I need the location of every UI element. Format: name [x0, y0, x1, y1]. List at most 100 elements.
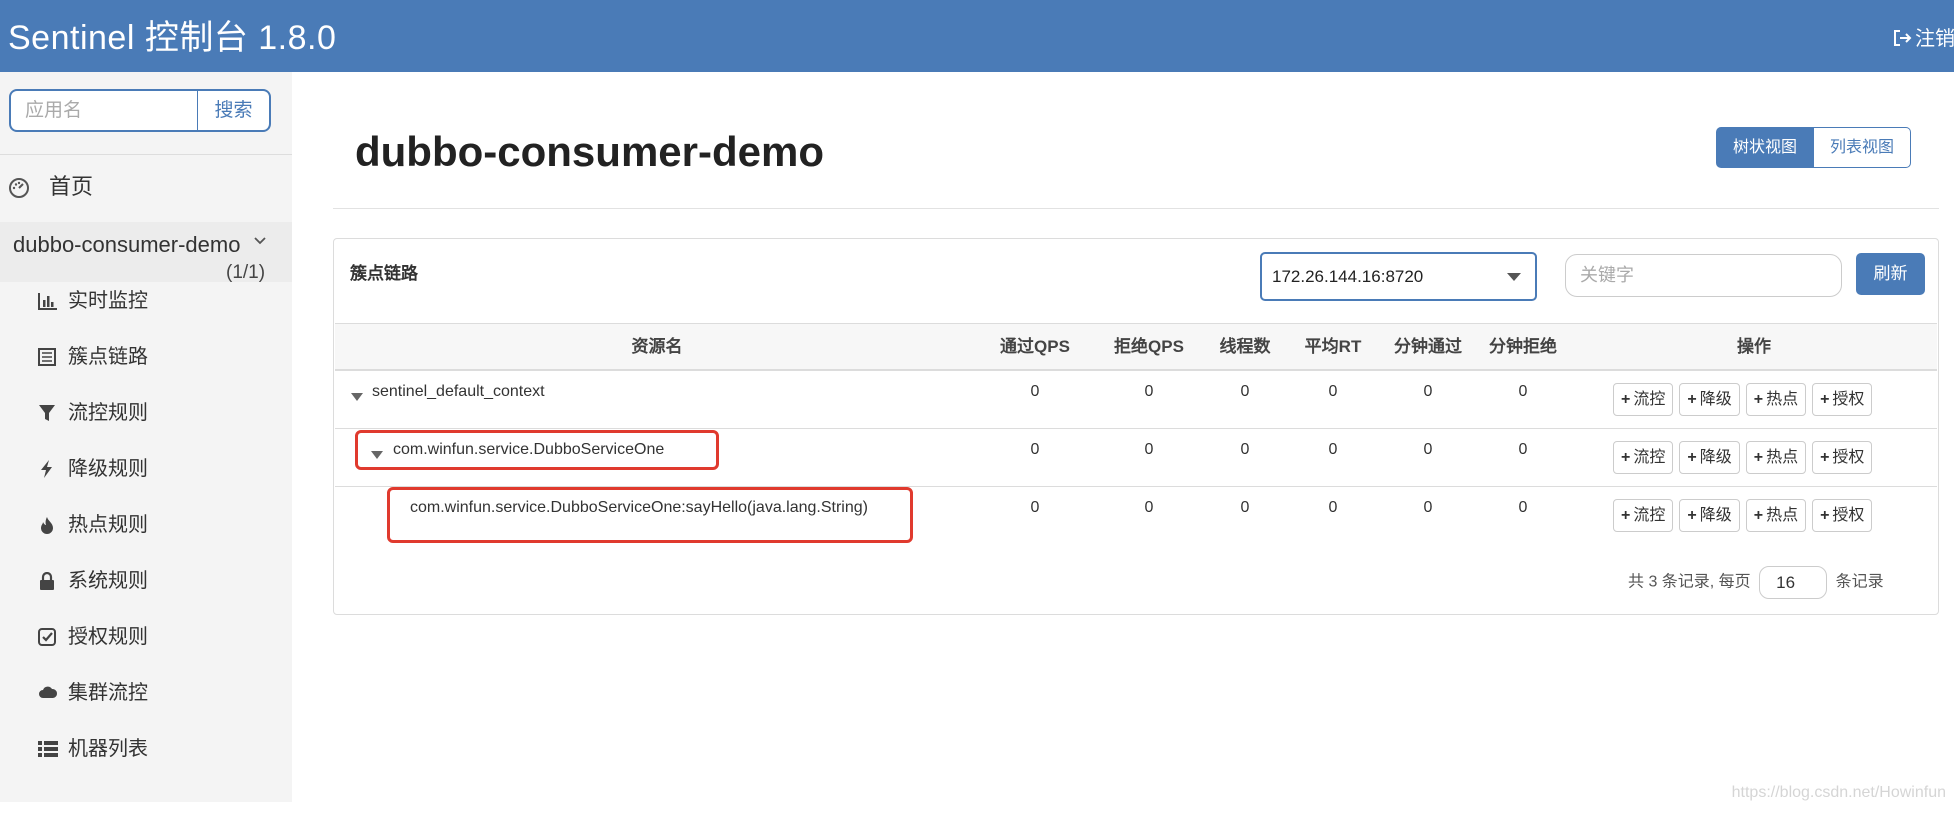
sidebar-item-cluster-flow[interactable]: 集群流控	[0, 670, 292, 716]
cell-pass-qps: 0	[1030, 441, 1040, 458]
app-name: dubbo-consumer-demo	[13, 232, 241, 257]
plus-icon: +	[1753, 449, 1764, 466]
sidebar-divider	[0, 154, 292, 155]
flow-rule-button[interactable]: + 流控	[1613, 441, 1674, 474]
action-label: 授权	[1832, 507, 1865, 524]
action-label: 授权	[1832, 391, 1865, 408]
cell-block-qps: 0	[1144, 383, 1154, 400]
authority-rule-button[interactable]: + 授权	[1812, 499, 1873, 532]
plus-icon: +	[1687, 449, 1697, 466]
plus-icon: +	[1820, 449, 1830, 466]
sidebar-item-system-rules[interactable]: 系统规则	[0, 558, 292, 604]
table-header: 资源名 通过QPS 拒绝QPS 线程数 平均RT 分钟通过 分钟拒绝 操作	[335, 323, 1937, 371]
cell-minute-pass: 0	[1423, 383, 1433, 400]
row-actions: + 流控 + 降级 + 热点 + 授权	[1613, 383, 1873, 416]
page-title: dubbo-consumer-demo	[355, 128, 824, 175]
column-header-minute-block: 分钟拒绝	[1489, 337, 1557, 356]
sidebar-item-machine-list[interactable]: 机器列表	[0, 726, 292, 772]
cell-pass-qps: 0	[1030, 383, 1040, 400]
list-view-button[interactable]: 列表视图	[1814, 127, 1912, 168]
sidebar-item-realtime-monitor[interactable]: 实时监控	[0, 278, 292, 324]
sidebar: 应用名 搜索 首页 dubbo-consumer-demo (1/1) 实时监控…	[0, 72, 292, 802]
machine-select[interactable]: 172.26.144.16:8720	[1260, 252, 1537, 301]
refresh-button[interactable]: 刷新	[1856, 253, 1925, 295]
title-divider	[333, 208, 1939, 209]
authority-rule-button[interactable]: + 授权	[1812, 441, 1873, 474]
authority-rule-button[interactable]: + 授权	[1812, 383, 1873, 416]
cell-minute-block: 0	[1518, 383, 1528, 400]
plus-icon: +	[1753, 391, 1764, 408]
keyword-input[interactable]: 关键字	[1565, 254, 1842, 297]
sidebar-item-authority-rules[interactable]: 授权规则	[0, 614, 292, 660]
lock-icon	[40, 572, 54, 590]
sidebar-item-hotspot-rules[interactable]: 热点规则	[0, 502, 292, 548]
logout-link[interactable]: 注销	[1892, 22, 1954, 51]
column-header-actions: 操作	[1737, 337, 1771, 356]
top-navbar: Sentinel 控制台 1.8.0 注销	[0, 0, 1954, 72]
action-label: 热点	[1766, 507, 1799, 524]
search-button[interactable]: 搜索	[197, 89, 271, 132]
app-brand-title[interactable]: Sentinel 控制台 1.8.0	[8, 10, 336, 59]
app-search-input[interactable]: 应用名	[9, 89, 198, 132]
action-label: 降级	[1699, 391, 1732, 408]
plus-icon: +	[1687, 507, 1697, 524]
action-label: 热点	[1766, 391, 1799, 408]
column-header-block-qps: 拒绝QPS	[1114, 337, 1184, 356]
pager-prefix: 共 3 条记录, 每页	[1628, 573, 1751, 591]
annotation-highlight-method	[387, 487, 913, 543]
cell-minute-block: 0	[1518, 441, 1528, 458]
column-header-minute-pass: 分钟通过	[1394, 337, 1462, 356]
sidebar-item-degrade-rules[interactable]: 降级规则	[0, 446, 292, 492]
action-label: 热点	[1766, 449, 1799, 466]
menu-label: 簇点链路	[68, 346, 148, 368]
hotspot-rule-button[interactable]: + 热点	[1745, 441, 1807, 474]
plus-icon: +	[1753, 507, 1764, 524]
plus-icon: +	[1687, 391, 1697, 408]
chevron-down-icon	[254, 237, 266, 245]
flow-rule-button[interactable]: + 流控	[1613, 499, 1674, 532]
pagination: 共 3 条记录, 每页 16 条记录	[1628, 566, 1884, 599]
tree-view-button[interactable]: 树状视图	[1716, 127, 1815, 168]
action-label: 降级	[1699, 449, 1732, 466]
menu-label: 热点规则	[68, 514, 148, 536]
column-header-resource: 资源名	[631, 337, 683, 356]
cluster-chain-panel: 簇点链路 172.26.144.16:8720 关键字 刷新 资源名 通过QPS…	[333, 238, 1939, 615]
cell-threads: 0	[1240, 383, 1250, 400]
caret-down-icon	[1507, 273, 1521, 281]
panel-heading: 簇点链路	[350, 264, 418, 283]
column-header-avg-rt: 平均RT	[1304, 337, 1362, 356]
degrade-rule-button[interactable]: + 降级	[1679, 383, 1740, 416]
hotspot-rule-button[interactable]: + 热点	[1745, 383, 1807, 416]
machine-select-value: 172.26.144.16:8720	[1272, 267, 1424, 286]
page-size-input[interactable]: 16	[1759, 566, 1828, 599]
degrade-rule-button[interactable]: + 降级	[1679, 499, 1740, 532]
cell-avg-rt: 0	[1328, 383, 1338, 400]
th-list-icon	[38, 741, 58, 757]
degrade-rule-button[interactable]: + 降级	[1679, 441, 1740, 474]
cell-minute-pass: 0	[1423, 441, 1433, 458]
sidebar-item-cluster-chain[interactable]: 簇点链路	[0, 334, 292, 380]
caret-down-icon[interactable]	[351, 393, 363, 401]
pager-suffix: 条记录	[1835, 573, 1884, 591]
action-label: 降级	[1699, 507, 1732, 524]
cell-avg-rt: 0	[1328, 441, 1338, 458]
flow-rule-button[interactable]: + 流控	[1613, 383, 1674, 416]
plus-icon: +	[1621, 449, 1631, 466]
hotspot-rule-button[interactable]: + 热点	[1745, 499, 1807, 532]
annotation-highlight-service	[355, 430, 719, 470]
menu-label: 机器列表	[68, 738, 148, 760]
resource-name: sentinel_default_context	[372, 383, 545, 400]
column-header-threads: 线程数	[1219, 337, 1271, 356]
plus-icon: +	[1820, 391, 1830, 408]
cloud-icon	[39, 686, 58, 698]
sidebar-item-home[interactable]: 首页	[8, 167, 288, 207]
plus-icon: +	[1621, 391, 1631, 408]
menu-label: 实时监控	[68, 290, 148, 312]
column-header-pass-qps: 通过QPS	[1000, 337, 1070, 356]
cell-minute-block: 0	[1518, 499, 1528, 516]
logout-label: 注销	[1915, 28, 1954, 50]
sidebar-item-flow-rules[interactable]: 流控规则	[0, 390, 292, 436]
logout-icon	[1894, 30, 1912, 46]
cell-minute-pass: 0	[1423, 499, 1433, 516]
home-label: 首页	[49, 174, 94, 199]
